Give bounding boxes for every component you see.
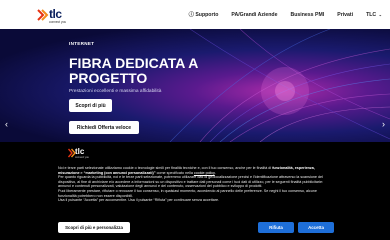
cookie-text-segment: Noi e terze parti selezionate utilizziam…	[58, 166, 273, 170]
cookie-paragraph-ads: Per quanto riguarda la pubblicità, noi e…	[58, 175, 324, 189]
accept-cookies-button[interactable]: Accetta	[298, 222, 334, 233]
top-navigation-bar: tlc connect you ⓘ Supporto PA/Grandi Azi…	[0, 0, 390, 29]
tlc-logo-mark-icon	[37, 8, 49, 21]
info-icon: ⓘ	[188, 12, 194, 18]
cookie-paragraph-consent: Puoi liberamente prestare, rifiutare o r…	[58, 188, 317, 198]
nav-item-tlc[interactable]: TLC ⌄	[366, 12, 382, 18]
nav-item-label: Supporto	[195, 12, 219, 18]
cookie-text: Noi e terze parti selezionate utilizziam…	[58, 166, 334, 203]
cookie-text-segment: come specificato nella	[155, 170, 194, 175]
nav-item-privati[interactable]: Privati	[337, 12, 353, 18]
hero-subtitle: Prestazioni eccellenti e massima affidab…	[69, 89, 162, 94]
customize-cookies-button[interactable]: Scopri di più e personalizza	[58, 222, 130, 233]
nav-item-pa[interactable]: PA/Grandi Aziende	[231, 12, 277, 18]
chevron-left-icon[interactable]: ‹	[5, 119, 8, 129]
cookie-banner-logo: tlc connect you	[68, 147, 98, 161]
cookie-consent-banner: tlc connect you Noi e terze parti selezi…	[0, 142, 390, 240]
hero-title: FIBRA DEDICATA A PROGETTO	[69, 55, 198, 86]
cookie-paragraph-buttons: Usa il pulsante “Accetta” per acconsenti…	[58, 198, 220, 203]
hero-badge: INTERNET	[69, 41, 95, 46]
chevron-down-icon: ⌄	[378, 11, 382, 17]
learn-more-button[interactable]: Scopri di più	[69, 99, 112, 112]
reject-cookies-button[interactable]: Rifiuta	[258, 222, 294, 233]
cookie-text-bold: “marketing (con annunci personalizzati)”	[83, 170, 156, 175]
brand-tagline: connect you	[49, 19, 67, 24]
nav-item-supporto[interactable]: ⓘ Supporto	[189, 11, 219, 18]
main-nav: ⓘ Supporto PA/Grandi Aziende Business PM…	[189, 11, 382, 19]
cookie-paragraph-intro: Noi e terze parti selezionate utilizziam…	[58, 166, 334, 175]
cookie-text-segment: .	[214, 170, 216, 175]
nav-item-label: TLC	[366, 11, 377, 18]
hero-banner: INTERNET FIBRA DEDICATA A PROGETTO Prest…	[0, 29, 390, 142]
chevron-right-icon[interactable]: ›	[382, 119, 385, 129]
brand-name: tlc	[75, 147, 85, 156]
tlc-logo[interactable]: tlc connect you	[37, 4, 71, 26]
nav-item-business[interactable]: Business PMI	[291, 12, 325, 18]
brand-name: tlc	[49, 6, 62, 21]
brand-tagline: connect you	[75, 156, 89, 159]
request-offer-button[interactable]: Richiedi Offerta veloce	[69, 121, 139, 134]
cookie-policy-link[interactable]: cookie policy	[194, 171, 215, 175]
